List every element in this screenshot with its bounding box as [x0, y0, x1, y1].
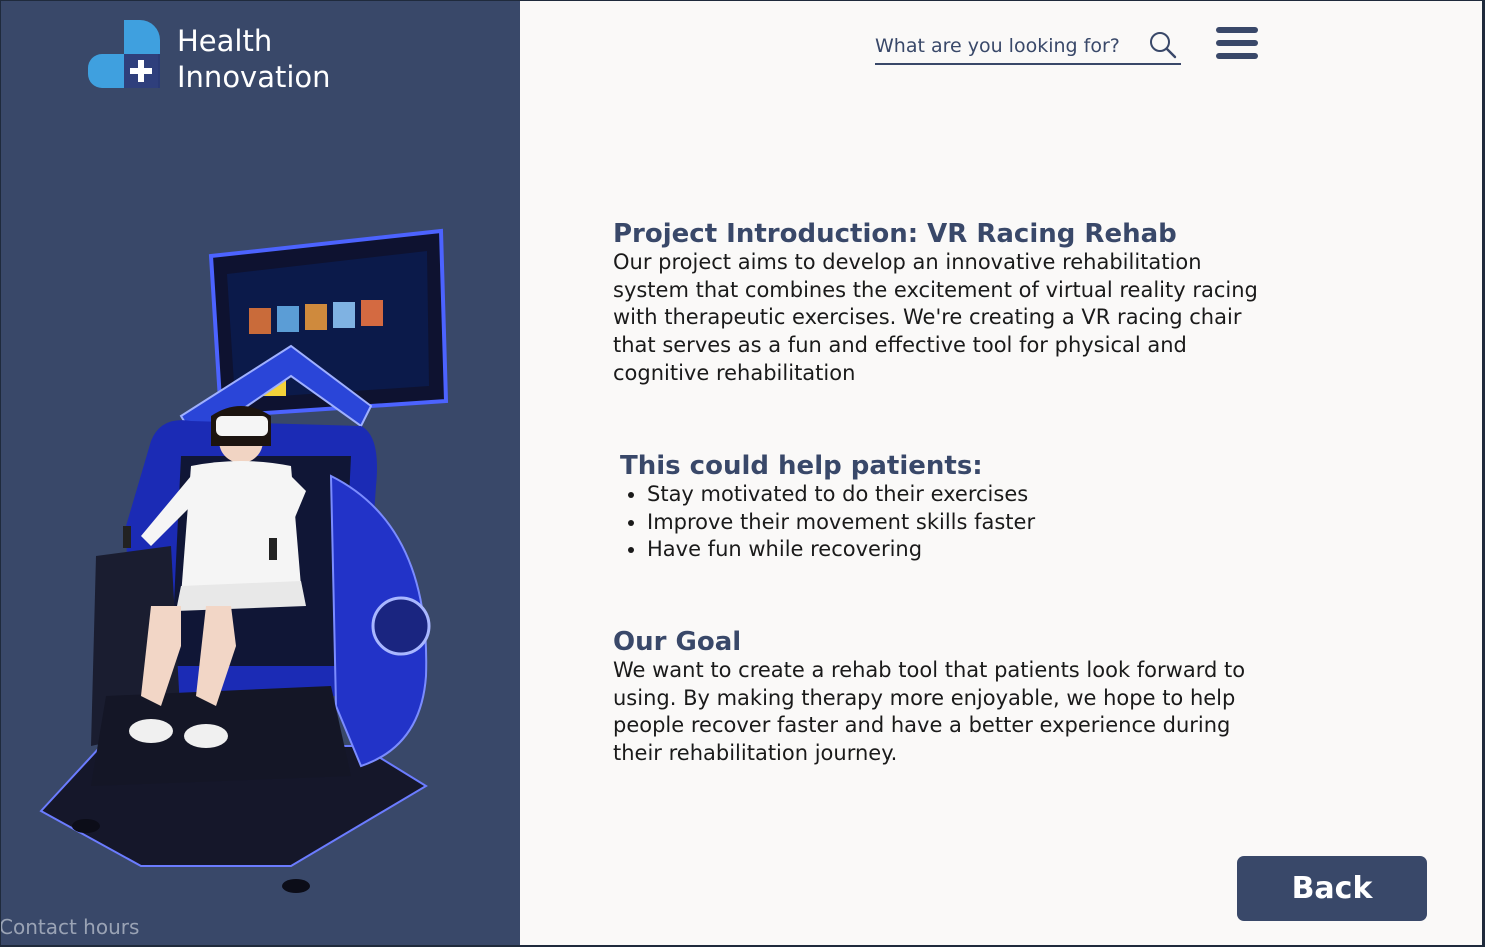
our-goal-section: Our Goal We want to create a rehab tool … [613, 627, 1283, 768]
benefit-list-item: Stay motivated to do their exercises [647, 481, 1290, 509]
project-intro-line: system that combines the excitement of v… [613, 277, 1258, 302]
project-intro-line: that serves as a fun and effective tool … [613, 333, 1187, 358]
vr-racing-chair-image [39, 228, 449, 893]
project-intro-heading: Project Introduction: VR Racing Rehab [613, 219, 1177, 249]
our-goal-heading: Our Goal [613, 627, 742, 657]
benefit-list-item: Have fun while recovering [647, 536, 1290, 564]
our-goal-line: We want to create a rehab tool that pati… [613, 658, 1246, 682]
project-intro-line: with therapeutic exercises. We're creati… [613, 305, 1242, 330]
app-frame: Health Innovation Contact hours What are… [0, 0, 1485, 947]
brand-line-2: Innovation [177, 60, 331, 94]
search-input[interactable] [875, 33, 1135, 59]
brand-name[interactable]: Health Innovation [177, 23, 331, 95]
back-button[interactable]: Back [1237, 856, 1427, 921]
patient-benefits-section: This could help patients: Stay motivated… [620, 451, 1290, 564]
our-goal-line: using. By making therapy more enjoyable,… [613, 685, 1236, 710]
main-content: Project Introduction: VR Racing Rehab Ou… [520, 1, 1482, 945]
search-icon[interactable] [1149, 31, 1177, 59]
patient-benefits-heading: This could help patients: [620, 451, 983, 481]
patient-benefits-list: Stay motivated to do their exercises Imp… [620, 481, 1290, 564]
benefit-list-item: Improve their movement skills faster [647, 509, 1290, 537]
project-intro-line: cognitive rehabilitation [613, 360, 856, 385]
left-panel: Health Innovation Contact hours [1, 1, 520, 945]
contact-hours-link[interactable]: Contact hours [1, 915, 139, 939]
project-intro-line: Our project aims to develop an innovativ… [613, 250, 1202, 274]
hamburger-menu-icon[interactable] [1216, 27, 1258, 61]
project-intro-section: Project Introduction: VR Racing Rehab Ou… [613, 219, 1283, 388]
medical-cross-logo-icon[interactable] [88, 20, 160, 88]
our-goal-line: their rehabilitation journey. [613, 741, 898, 766]
search-bar [875, 29, 1181, 65]
our-goal-line: people recover faster and have a better … [613, 713, 1231, 738]
brand-line-1: Health [177, 24, 273, 58]
